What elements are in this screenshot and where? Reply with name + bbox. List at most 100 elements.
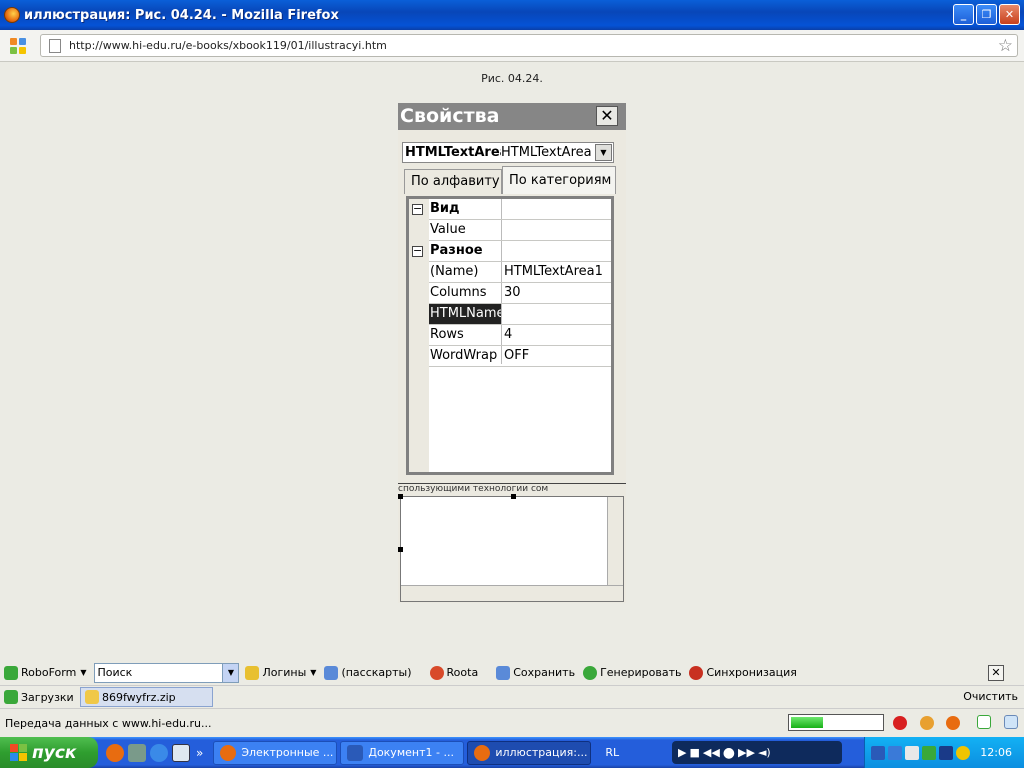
roota-button[interactable]: Roota (429, 665, 478, 680)
page-content: Рис. 04.24. Свойства ✕ HTMLTextArea HTML… (0, 63, 1024, 660)
previous-icon[interactable]: ◀◀ (703, 746, 720, 759)
task-label: Электронные ... (241, 746, 334, 759)
property-row: − Разное (412, 241, 611, 262)
app-icon[interactable] (128, 743, 146, 762)
show-desktop-icon[interactable] (172, 743, 190, 762)
status-text: Передача данных с www.hi-edu.ru... (5, 716, 212, 730)
firefox-icon (220, 744, 237, 761)
property-row: − Вид (412, 199, 611, 220)
volume-icon[interactable]: ◄) (758, 746, 771, 759)
app-icon[interactable] (888, 745, 902, 760)
passcards-button[interactable]: (пасскарты) (324, 665, 412, 680)
property-key: Rows (430, 327, 464, 342)
clear-downloads-button[interactable]: Очистить (963, 690, 1018, 703)
smiley-icon[interactable] (920, 716, 934, 730)
task-button[interactable]: Документ1 - ... (340, 740, 465, 765)
task-label: Документ1 - ... (368, 746, 454, 759)
property-value: 30 (504, 285, 521, 300)
html-textarea-control (398, 494, 624, 602)
sync-label: Синхронизация (706, 666, 797, 679)
sync-button[interactable]: Синхронизация (689, 665, 797, 680)
collapse-icon: − (412, 202, 423, 215)
property-value (504, 241, 609, 261)
property-row: (Name) HTMLTextArea1 (429, 262, 611, 283)
app-icon[interactable] (905, 745, 919, 760)
language-indicator[interactable]: RL (605, 746, 619, 759)
downloads-button[interactable]: Загрузки (4, 690, 74, 704)
downloads-icon (4, 690, 18, 704)
firefox-icon (474, 744, 491, 761)
progress-fill (791, 717, 823, 728)
grid-gutter (409, 199, 429, 472)
panel-icon[interactable] (1004, 715, 1018, 729)
windows-taskbar: пуск » Электронные ... Документ1 - ... и… (0, 737, 1024, 768)
clock: 12:06 (980, 746, 1012, 759)
windows-logo-icon (10, 744, 27, 761)
sync-icon (689, 665, 704, 680)
property-row: Rows 4 (429, 325, 611, 346)
property-row: Columns 30 (429, 283, 611, 304)
url-text[interactable]: http://www.hi-edu.ru/e-books/xbook119/01… (69, 39, 387, 52)
close-button[interactable]: ✕ (999, 4, 1020, 25)
property-value: OFF (504, 348, 530, 363)
resize-handle (398, 494, 403, 499)
tab-alphabetical: По алфавиту (404, 169, 502, 194)
save-icon (496, 665, 511, 680)
system-tray: 12:06 (864, 737, 1024, 768)
property-key: Разное (430, 243, 483, 258)
firefox-icon[interactable] (946, 716, 960, 730)
firefox-icon[interactable] (106, 743, 124, 762)
roboform-button[interactable]: RoboForm ▼ (4, 665, 87, 680)
download-filename: 869fwyfrz.zip (102, 690, 176, 704)
vertical-scrollbar (607, 497, 623, 585)
passcards-icon (324, 665, 339, 680)
search-input[interactable]: Поиск ▼ (94, 662, 240, 683)
property-value (504, 304, 609, 324)
restore-button[interactable]: ❐ (976, 4, 997, 25)
quick-launch: » (106, 743, 203, 762)
play-icon[interactable]: ▶ (678, 746, 686, 759)
minimize-button[interactable]: _ (953, 4, 974, 25)
roboform-label: RoboForm (21, 666, 77, 679)
chevron-down-icon: ▼ (595, 144, 612, 161)
resize-handle (398, 547, 403, 552)
roboform-icon[interactable] (922, 745, 936, 760)
bookmark-star-icon[interactable]: ☆ (998, 36, 1013, 56)
task-button[interactable]: Электронные ... (213, 740, 338, 765)
download-item[interactable]: 869fwyfrz.zip (80, 687, 213, 707)
chevron-right-icon[interactable]: » (196, 746, 203, 760)
network-icon[interactable] (871, 745, 885, 760)
chevron-down-icon[interactable]: ▼ (222, 663, 239, 682)
play-icon[interactable]: ● (723, 745, 735, 761)
property-key: Value (430, 222, 466, 237)
save-button[interactable]: Сохранить (496, 665, 575, 680)
adblock-icon[interactable] (893, 716, 907, 730)
speed-dial-icon[interactable] (10, 37, 26, 54)
properties-close-icon: ✕ (596, 106, 618, 126)
properties-title-text: Свойства (400, 105, 500, 127)
passcards-label: (пасскарты) (341, 666, 412, 679)
property-key: (Name) (430, 264, 479, 279)
stop-icon[interactable]: ■ (689, 746, 699, 759)
url-bar[interactable]: http://www.hi-edu.ru/e-books/xbook119/01… (40, 34, 1018, 57)
search-text: Поиск (97, 665, 133, 679)
logins-button[interactable]: Логины ▼ (245, 665, 316, 680)
tab-categorized: По категориям (502, 166, 616, 194)
navigation-bar: http://www.hi-edu.ru/e-books/xbook119/01… (0, 30, 1024, 62)
generate-button[interactable]: Генерировать (583, 665, 681, 680)
key-icon (245, 665, 260, 680)
task-label: иллюстрация:... (495, 746, 588, 759)
app-icon[interactable] (956, 745, 970, 760)
start-button[interactable]: пуск (0, 737, 98, 768)
app-icon[interactable] (939, 745, 953, 760)
internet-explorer-icon[interactable] (150, 743, 168, 762)
next-icon[interactable]: ▶▶ (738, 746, 755, 759)
property-key: HTMLName (429, 304, 501, 324)
sidebar-icon[interactable] (977, 715, 991, 729)
task-button-active[interactable]: иллюстрация:... (467, 740, 592, 765)
toolbar-close-button[interactable]: ✕ (988, 665, 1004, 681)
downloads-label: Загрузки (21, 690, 74, 704)
property-value: HTMLTextArea1 (504, 264, 603, 279)
figure-image: Свойства ✕ HTMLTextArea HTMLTextArea ▼ П… (398, 103, 626, 603)
chevron-down-icon: ▼ (80, 668, 87, 677)
